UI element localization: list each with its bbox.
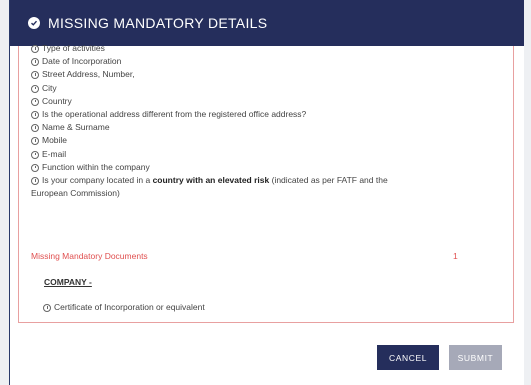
clock-icon — [31, 124, 39, 133]
list-item: Function within the company — [31, 161, 503, 174]
list-item: Mobile — [31, 134, 503, 147]
list-item: Street Address, Number, — [31, 68, 503, 81]
clock-icon — [31, 45, 39, 53]
backdrop-left — [0, 0, 9, 385]
cancel-button[interactable]: CANCEL — [377, 345, 439, 370]
clock-icon — [31, 97, 39, 106]
list-item-risk: Is your company located in a country wit… — [31, 174, 503, 187]
clock-icon — [31, 58, 39, 67]
details-panel: Type of activities Date of Incorporation… — [18, 43, 514, 323]
modal-title: MISSING MANDATORY DETAILS — [48, 15, 268, 31]
clock-icon — [31, 137, 39, 146]
backdrop-right — [523, 0, 531, 385]
list-item: Type of activities — [31, 42, 503, 55]
missing-documents-label: Missing Mandatory Documents — [31, 251, 148, 261]
missing-documents-count: 1 — [453, 251, 458, 261]
clock-icon — [31, 71, 39, 80]
list-item: Name & Surname — [31, 121, 503, 134]
clock-icon — [31, 84, 39, 93]
clock-icon — [31, 177, 39, 186]
missing-documents-row: Missing Mandatory Documents 1 — [31, 251, 501, 261]
list-item-risk-continuation: European Commission) — [31, 188, 120, 199]
list-item: Is the operational address different fro… — [31, 108, 503, 121]
check-circle-icon — [28, 17, 40, 29]
clock-icon — [43, 304, 51, 312]
submit-button[interactable]: SUBMIT — [449, 345, 502, 370]
modal-header: MISSING MANDATORY DETAILS — [10, 0, 524, 46]
missing-details-list: Type of activities Date of Incorporation… — [31, 42, 503, 200]
list-item: E-mail — [31, 148, 503, 161]
clock-icon — [31, 163, 39, 172]
missing-details-modal: MISSING MANDATORY DETAILS Type of activi… — [9, 0, 524, 385]
clock-icon — [31, 150, 39, 159]
list-item: Date of Incorporation — [31, 55, 503, 68]
company-section-title: COMPANY - — [44, 277, 92, 287]
list-item: Country — [31, 95, 503, 108]
list-item: City — [31, 82, 503, 95]
document-item: Certificate of Incorporation or equivale… — [43, 302, 205, 312]
clock-icon — [31, 111, 39, 120]
